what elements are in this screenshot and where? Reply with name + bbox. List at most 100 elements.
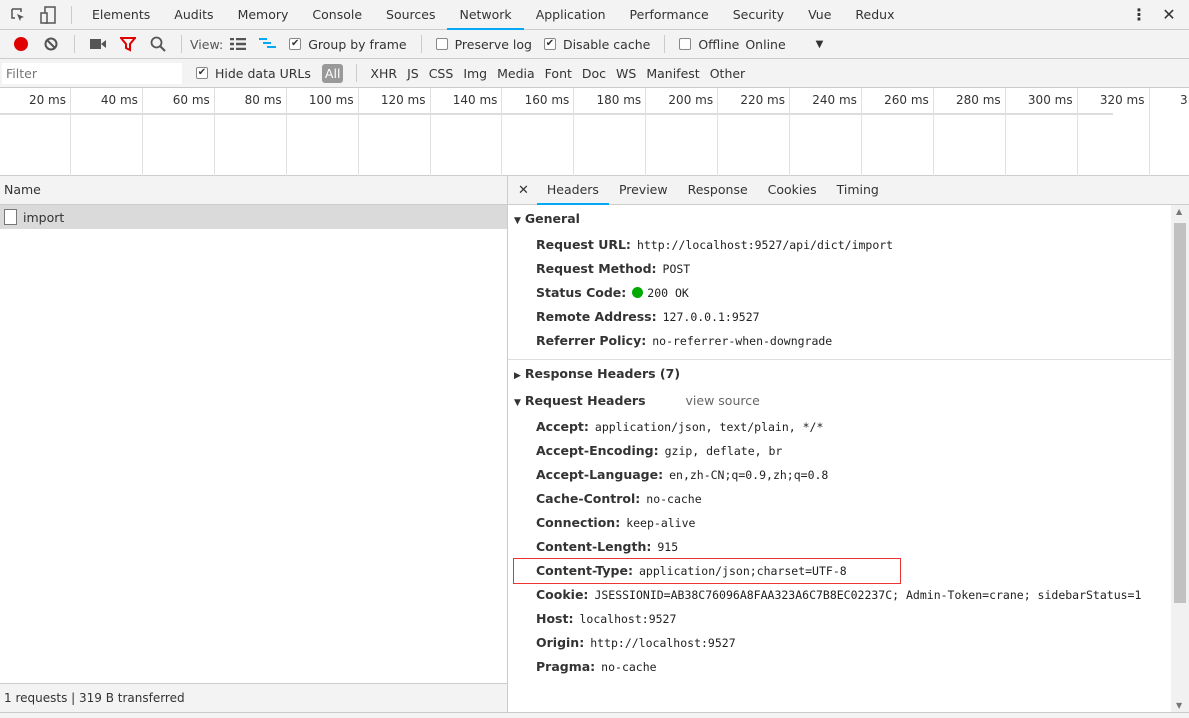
filter-type-img[interactable]: Img [463,66,487,81]
timeline-tick-label: 200 ms [668,93,714,107]
header-value: 200 OK [647,286,689,300]
large-rows-icon[interactable] [226,34,250,54]
filter-type-media[interactable]: Media [497,66,535,81]
timeline-tick-label: 120 ms [380,93,426,107]
divider [181,35,182,53]
view-label: View: [190,36,224,52]
tab-console[interactable]: Console [300,0,374,30]
tab-elements[interactable]: Elements [80,0,162,30]
timeline-baseline [0,113,1113,115]
scroll-up-arrow-icon[interactable]: ▲ [1176,207,1182,216]
header-name: Cookie: [536,587,589,602]
inspect-element-icon[interactable] [6,5,30,25]
timeline-gridline [789,88,790,176]
detail-tab-response[interactable]: Response [678,176,758,205]
tab-security[interactable]: Security [721,0,796,30]
checkbox-unchecked [435,38,448,50]
timeline-overview[interactable]: 20 ms 40 ms 60 ms 80 ms 100 ms 120 ms 140 ms 16… [0,88,1189,176]
waterfall-overview-icon[interactable] [256,34,280,54]
tab-memory[interactable]: Memory [226,0,301,30]
search-icon[interactable] [146,34,170,54]
checkbox-checked: ✔ [196,67,208,79]
tab-application[interactable]: Application [524,0,618,30]
request-list-panel: Name import 1 requests | 319 B transferr… [0,176,508,712]
detail-tab-timing[interactable]: Timing [827,176,889,205]
timeline-tick-label: 3 [1180,93,1188,107]
disable-cache-checkbox[interactable]: ✔ Disable cache [543,36,651,52]
filter-type-other[interactable]: Other [710,66,746,81]
general-section-header[interactable]: ▼ General [508,205,1171,233]
header-value: http://localhost:9527 [590,636,736,650]
detail-tab-cookies[interactable]: Cookies [758,176,827,205]
filter-type-js[interactable]: JS [407,66,419,81]
header-name: Referrer Policy: [536,333,647,348]
response-headers-section-header[interactable]: ▶ Response Headers (7) [508,359,1171,387]
request-headers-section-header[interactable]: ▼ Request Headers view source [508,387,1171,415]
clear-icon[interactable] [39,34,63,54]
tab-audits[interactable]: Audits [162,0,225,30]
timeline-tick-label: 300 ms [1027,93,1073,107]
record-button[interactable] [9,34,33,54]
filter-type-all[interactable]: All [321,63,344,83]
filter-input[interactable] [2,62,182,84]
group-by-frame-checkbox[interactable]: ✔ Group by frame [289,36,407,52]
filter-type-manifest[interactable]: Manifest [646,66,699,81]
header-row: Remote Address: 127.0.0.1:9527 [508,305,1171,329]
timeline-tick-label: 140 ms [452,93,498,107]
checkbox-unchecked [679,38,692,50]
preserve-log-label: Preserve log [454,36,532,52]
header-value: 127.0.0.1:9527 [662,310,760,324]
detail-tab-preview[interactable]: Preview [609,176,678,205]
tab-network[interactable]: Network [447,0,524,30]
filter-type-css[interactable]: CSS [429,66,454,81]
filter-type-ws[interactable]: WS [616,66,636,81]
device-toolbar-icon[interactable] [36,5,60,25]
filter-type-xhr[interactable]: XHR [370,66,397,81]
detail-tab-headers[interactable]: Headers [536,176,609,205]
more-options-icon[interactable]: ⋮ [1127,5,1151,25]
close-detail-icon[interactable]: ✕ [508,183,537,198]
timeline-gridline [645,88,647,176]
header-name: Origin: [536,635,585,650]
vertical-scrollbar[interactable]: ▲ ▼ [1171,205,1189,712]
status-bar: 1 requests | 319 B transferred [0,683,507,712]
hide-data-urls-checkbox[interactable]: ✔ Hide data URLs [196,66,311,81]
timeline-tick-label: 160 ms [524,93,570,107]
collapsed-triangle-icon: ▶ [514,371,521,381]
scroll-down-arrow-icon[interactable]: ▼ [1176,701,1182,710]
name-column-header[interactable]: Name [0,176,507,205]
view-source-link[interactable]: view source [686,393,760,408]
header-name: Content-Type: [536,563,633,578]
filter-type-font[interactable]: Font [545,66,572,81]
timeline-tick-label: 20 ms [28,93,66,107]
filter-icon[interactable] [116,34,140,54]
header-row: Accept-Encoding: gzip, deflate, br [508,439,1171,463]
close-devtools-icon[interactable]: ✕ [1157,5,1181,25]
header-row: Origin: http://localhost:9527 [508,631,1171,655]
header-row: Accept-Language: en,zh-CN;q=0.9,zh;q=0.8 [508,463,1171,487]
timeline-tick-label: 180 ms [596,93,642,107]
request-row[interactable]: import [0,205,507,229]
header-value: gzip, deflate, br [664,444,783,458]
tab-redux[interactable]: Redux [843,0,906,30]
filter-type-doc[interactable]: Doc [582,66,606,81]
tab-sources[interactable]: Sources [374,0,447,30]
offline-checkbox[interactable]: Offline [679,37,739,52]
header-value: no-cache [646,492,702,506]
disable-cache-label: Disable cache [562,36,651,52]
scrollbar-thumb[interactable] [1174,223,1186,603]
dropdown-arrow-icon: ▼ [815,38,824,50]
group-by-frame-label: Group by frame [308,36,407,52]
tab-vue[interactable]: Vue [796,0,843,30]
throttling-value: Online [745,36,786,52]
document-icon [4,209,17,225]
throttling-select[interactable]: Online ▼ [745,37,823,52]
header-value: application/json, text/plain, */* [594,420,824,434]
expanded-triangle-icon: ▼ [514,216,521,226]
capture-screenshots-icon[interactable] [86,34,110,54]
devtools-tab-bar: Elements Audits Memory Console Sources Networ… [0,0,1189,30]
timeline-gridline [1076,88,1078,176]
tab-performance[interactable]: Performance [618,0,721,30]
preserve-log-checkbox[interactable]: Preserve log [435,36,532,52]
header-row: Request URL: http://localhost:9527/api/di… [508,233,1171,257]
